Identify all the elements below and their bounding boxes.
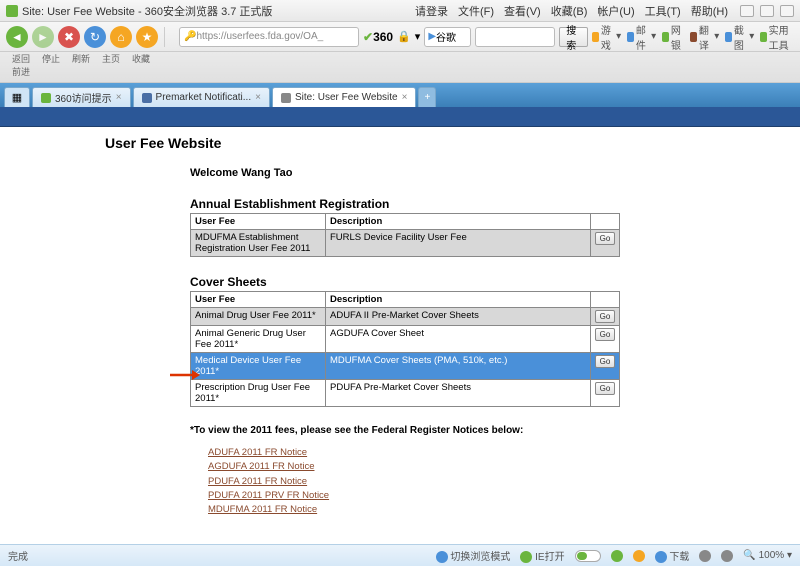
main-menu: 请登录 文件(F) 查看(V) 收藏(B) 帐户(U) 工具(T) 帮助(H) [415, 3, 728, 19]
fr-notice-link[interactable]: ADUFA 2011 FR Notice [208, 446, 620, 460]
status-text: 完成 [8, 548, 28, 563]
window-title: Site: User Fee Website - 360安全浏览器 3.7 正式… [22, 3, 272, 19]
table-row: MDUFMA Establishment Registration User F… [191, 230, 620, 257]
engine-select[interactable]: ▶谷歌 [424, 27, 471, 47]
padlock-icon: 🔑 [184, 31, 196, 42]
menu-login[interactable]: 请登录 [415, 3, 448, 19]
window-controls [740, 5, 794, 17]
open-ie[interactable]: IE打开 [520, 548, 564, 563]
fr-notice-link[interactable]: PDUFA 2011 FR Notice [208, 475, 620, 489]
table-row: Prescription Drug User Fee 2011*PDUFA Pr… [191, 380, 620, 407]
menu-favorites[interactable]: 收藏(B) [551, 3, 588, 19]
util-bank[interactable]: 网银 [662, 22, 684, 52]
page-header-bar [0, 107, 800, 127]
maximize-button[interactable] [760, 5, 774, 17]
go-button[interactable]: Go [595, 310, 615, 323]
cover-table: User Fee Description Animal Drug User Fe… [190, 291, 620, 407]
lock-icon: 🔒 [397, 30, 411, 43]
welcome-text: Welcome Wang Tao [190, 167, 620, 179]
fr-notice-link[interactable]: MDUFMA 2011 FR Notice [208, 503, 620, 517]
close-icon[interactable]: × [402, 92, 408, 103]
toggle-switch[interactable] [575, 550, 601, 562]
nav-toolbar: ◄ ► ✖ ↻ ⌂ ★ 🔑 https://userfees.fda.gov/O… [0, 22, 800, 52]
favorites-button[interactable]: ★ [136, 26, 158, 48]
table-row: Animal Generic Drug User Fee 2011*AGDUFA… [191, 326, 620, 353]
cleanup-icon[interactable] [721, 550, 733, 562]
tab-bar: ▦ 360访问提示× Premarket Notificati...× Site… [0, 83, 800, 107]
page-content: User Fee Website Welcome Wang Tao Annual… [0, 107, 800, 544]
close-button[interactable] [780, 5, 794, 17]
home-button[interactable]: ⌂ [110, 26, 132, 48]
url-text: https://userfees.fda.gov/OA_ [196, 31, 323, 42]
fr-links: ADUFA 2011 FR NoticeAGDUFA 2011 FR Notic… [208, 446, 620, 517]
page-title: User Fee Website [105, 135, 800, 151]
util-tools[interactable]: 实用工具 [760, 22, 794, 52]
forward-button[interactable]: ► [32, 26, 54, 48]
th-desc: Description [326, 214, 591, 230]
tab-0[interactable]: 360访问提示× [32, 87, 131, 107]
close-icon[interactable]: × [116, 92, 122, 103]
download-indicator[interactable]: 下载 [655, 548, 690, 563]
tab-2[interactable]: Site: User Fee Website× [272, 87, 416, 107]
search-input[interactable] [475, 27, 555, 47]
utility-menu: 游戏▾ 邮件▾ 网银 翻译▾ 截图▾ 实用工具 [592, 22, 794, 52]
minimize-button[interactable] [740, 5, 754, 17]
new-tab-button[interactable]: + [418, 87, 436, 107]
status-bar: 完成 切换浏览模式 IE打开 下载 🔍 100% ▾ [0, 544, 800, 566]
tab-1[interactable]: Premarket Notificati...× [133, 87, 270, 107]
switch-mode[interactable]: 切换浏览模式 [436, 548, 511, 563]
go-button[interactable]: Go [595, 328, 615, 341]
menu-help[interactable]: 帮助(H) [691, 3, 728, 19]
zoom-indicator[interactable]: 🔍 100% ▾ [743, 550, 792, 561]
toolbar-labels: 返回前进 停止 刷新 主页 收藏 [0, 52, 800, 83]
refresh-button[interactable]: ↻ [84, 26, 106, 48]
annual-heading: Annual Establishment Registration [190, 197, 620, 211]
util-games[interactable]: 游戏▾ [592, 22, 621, 52]
cover-heading: Cover Sheets [190, 275, 620, 289]
browser-window: Site: User Fee Website - 360安全浏览器 3.7 正式… [0, 0, 800, 566]
back-button[interactable]: ◄ [6, 26, 28, 48]
app-icon [6, 5, 18, 17]
menu-file[interactable]: 文件(F) [458, 3, 494, 19]
th-userfee: User Fee [191, 292, 326, 308]
table-row: Animal Drug User Fee 2011*ADUFA II Pre-M… [191, 308, 620, 326]
menu-tools[interactable]: 工具(T) [645, 3, 681, 19]
close-icon[interactable]: × [255, 92, 261, 103]
address-input[interactable]: 🔑 https://userfees.fda.gov/OA_ [179, 27, 359, 47]
popup-icon[interactable] [633, 550, 645, 562]
titlebar: Site: User Fee Website - 360安全浏览器 3.7 正式… [0, 0, 800, 22]
go-button[interactable]: Go [595, 382, 615, 395]
table-row: Medical Device User Fee 2011*MDUFMA Cove… [191, 353, 620, 380]
fr-notice-link[interactable]: PDUFA 2011 PRV FR Notice [208, 489, 620, 503]
util-translate[interactable]: 翻译▾ [690, 22, 719, 52]
util-mail[interactable]: 邮件▾ [627, 22, 656, 52]
menu-account[interactable]: 帐户(U) [597, 3, 634, 19]
menu-view[interactable]: 查看(V) [504, 3, 541, 19]
go-button[interactable]: Go [595, 232, 615, 245]
fr-notice-link[interactable]: AGDUFA 2011 FR Notice [208, 460, 620, 474]
annual-table: User Fee Description MDUFMA Establishmen… [190, 213, 620, 257]
address-bar-area: 🔑 https://userfees.fda.gov/OA_ ✔360 🔒 ▾ … [179, 22, 794, 52]
dropdown-icon[interactable]: ▾ [415, 30, 421, 43]
go-button[interactable]: Go [595, 355, 615, 368]
th-desc: Description [326, 292, 591, 308]
util-screenshot[interactable]: 截图▾ [725, 22, 754, 52]
search-button[interactable]: 搜索 [559, 27, 588, 47]
tab-home-icon[interactable]: ▦ [4, 87, 30, 107]
annotation-arrow [170, 368, 200, 382]
stop-button[interactable]: ✖ [58, 26, 80, 48]
shield-icon[interactable] [611, 550, 623, 562]
brand-360: ✔360 [363, 30, 393, 44]
sound-icon[interactable] [699, 550, 711, 562]
th-userfee: User Fee [191, 214, 326, 230]
footnote: *To view the 2011 fees, please see the F… [190, 425, 620, 436]
